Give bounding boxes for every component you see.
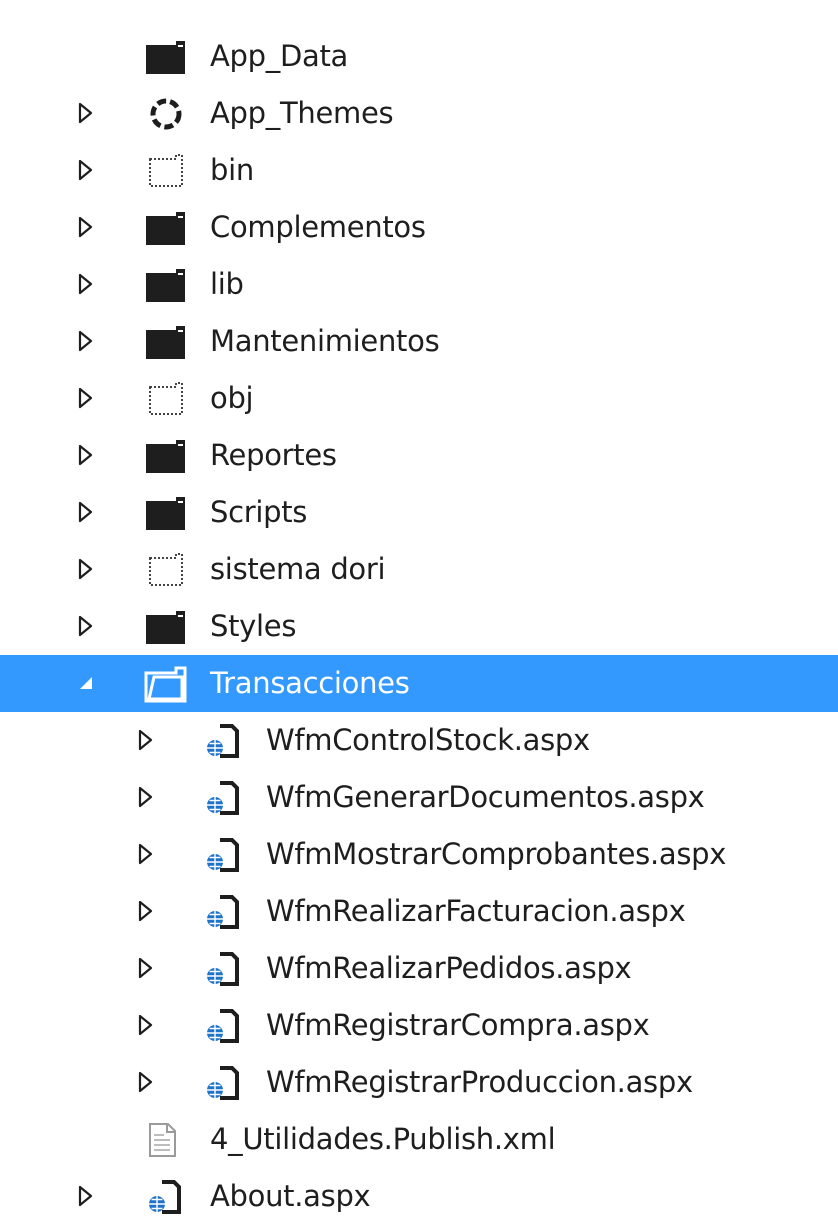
tree-item[interactable]: Scripts (0, 484, 838, 541)
tree-item[interactable]: App_Data (0, 28, 838, 85)
collapsed-arrow-icon[interactable] (74, 156, 98, 184)
tree-item[interactable]: obj (0, 370, 838, 427)
collapsed-arrow-icon[interactable] (134, 1068, 158, 1096)
folder-icon (142, 492, 188, 534)
tree-item-label: WfmMostrarComprobantes.aspx (266, 837, 727, 871)
tree-item[interactable]: WfmGenerarDocumentos.aspx (0, 769, 838, 826)
tree-item-label: App_Data (210, 39, 348, 73)
collapsed-arrow-icon[interactable] (134, 726, 158, 754)
tree-item-label: lib (210, 267, 244, 301)
collapsed-arrow-icon[interactable] (74, 498, 98, 526)
tree-item[interactable]: App_Themes (0, 85, 838, 142)
aspx-file-icon (200, 720, 246, 762)
open-folder-icon (142, 663, 188, 705)
tree-item-label: WfmRealizarPedidos.aspx (266, 951, 632, 985)
collapsed-arrow-icon[interactable] (134, 897, 158, 925)
tree-item[interactable]: 4_Utilidades.Publish.xml (0, 1111, 838, 1168)
tree-item-label: obj (210, 381, 254, 415)
collapsed-arrow-icon[interactable] (74, 384, 98, 412)
aspx-file-icon (200, 834, 246, 876)
aspx-file-icon (200, 948, 246, 990)
themes-folder-icon (142, 93, 188, 135)
tree-item-label: WfmControlStock.aspx (266, 723, 590, 757)
solution-explorer-tree: App_Data App_Themesbin Complementos lib Mant… (0, 28, 838, 1225)
tree-item-label: Transacciones (210, 666, 410, 700)
tree-item-label: Styles (210, 609, 297, 643)
collapsed-arrow-icon[interactable] (74, 1182, 98, 1210)
collapsed-arrow-icon[interactable] (74, 270, 98, 298)
tree-item[interactable]: Mantenimientos (0, 313, 838, 370)
tree-item-label: 4_Utilidades.Publish.xml (210, 1122, 556, 1156)
collapsed-arrow-icon[interactable] (74, 213, 98, 241)
tree-item[interactable]: WfmControlStock.aspx (0, 712, 838, 769)
collapsed-arrow-icon[interactable] (134, 783, 158, 811)
collapsed-arrow-icon[interactable] (74, 99, 98, 127)
aspx-file-icon (200, 1062, 246, 1104)
collapsed-arrow-icon[interactable] (134, 1011, 158, 1039)
xml-file-icon (142, 1119, 188, 1161)
tree-item[interactable]: Complementos (0, 199, 838, 256)
tree-item[interactable]: Styles (0, 598, 838, 655)
tree-item-label: WfmRegistrarCompra.aspx (266, 1008, 650, 1042)
expanded-arrow-icon[interactable] (74, 669, 98, 697)
folder-icon (142, 321, 188, 363)
tree-item[interactable]: lib (0, 256, 838, 313)
aspx-file-icon (142, 1176, 188, 1218)
aspx-file-icon (200, 777, 246, 819)
tree-item-label: Complementos (210, 210, 426, 244)
folder-icon (142, 36, 188, 78)
aspx-file-icon (200, 1005, 246, 1047)
tree-item[interactable]: WfmRegistrarCompra.aspx (0, 997, 838, 1054)
tree-item-label: Scripts (210, 495, 308, 529)
collapsed-arrow-icon[interactable] (74, 327, 98, 355)
collapsed-arrow-icon[interactable] (74, 441, 98, 469)
excluded-folder-icon (142, 549, 188, 591)
tree-item[interactable]: Reportes (0, 427, 838, 484)
tree-item-label: sistema dori (210, 552, 386, 586)
tree-item[interactable]: WfmRegistrarProduccion.aspx (0, 1054, 838, 1111)
tree-item-label: App_Themes (210, 96, 394, 130)
tree-item[interactable]: bin (0, 142, 838, 199)
tree-item-label: Reportes (210, 438, 337, 472)
tree-item-label: bin (210, 153, 254, 187)
tree-item[interactable]: WfmRealizarFacturacion.aspx (0, 883, 838, 940)
excluded-folder-icon (142, 150, 188, 192)
folder-icon (142, 606, 188, 648)
tree-item[interactable]: sistema dori (0, 541, 838, 598)
tree-item[interactable]: WfmRealizarPedidos.aspx (0, 940, 838, 997)
collapsed-arrow-icon[interactable] (74, 555, 98, 583)
folder-icon (142, 264, 188, 306)
collapsed-arrow-icon[interactable] (134, 840, 158, 868)
excluded-folder-icon (142, 378, 188, 420)
aspx-file-icon (200, 891, 246, 933)
collapsed-arrow-icon[interactable] (74, 612, 98, 640)
tree-item-label: WfmGenerarDocumentos.aspx (266, 780, 705, 814)
tree-item-label: WfmRegistrarProduccion.aspx (266, 1065, 693, 1099)
tree-item[interactable]: Transacciones (0, 655, 838, 712)
tree-item-label: About.aspx (210, 1179, 371, 1213)
tree-item-label: WfmRealizarFacturacion.aspx (266, 894, 686, 928)
tree-item[interactable]: About.aspx (0, 1168, 838, 1225)
folder-icon (142, 435, 188, 477)
folder-icon (142, 207, 188, 249)
tree-item-label: Mantenimientos (210, 324, 440, 358)
collapsed-arrow-icon[interactable] (134, 954, 158, 982)
tree-item[interactable]: WfmMostrarComprobantes.aspx (0, 826, 838, 883)
